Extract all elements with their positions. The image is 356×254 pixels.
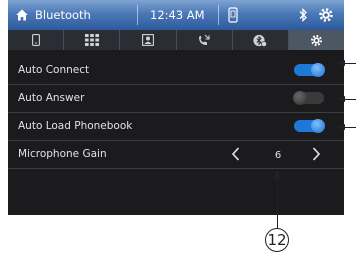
callout-line — [344, 63, 356, 64]
auto-load-phonebook-toggle[interactable] — [294, 119, 325, 133]
tab-bar — [8, 30, 344, 50]
divider — [137, 5, 138, 25]
setting-row-microphone-gain: Microphone Gain 6 — [8, 141, 344, 169]
tab-keypad[interactable] — [64, 30, 121, 50]
callout-number: 12 — [265, 228, 289, 252]
keypad-icon — [84, 34, 99, 46]
toggle-knob — [311, 63, 325, 77]
tab-settings[interactable] — [288, 30, 344, 50]
page-title: Bluetooth — [35, 8, 91, 22]
divider — [218, 5, 219, 25]
tab-contacts[interactable] — [120, 30, 177, 50]
setting-row-auto-connect: Auto Connect — [8, 57, 344, 85]
setting-label: Auto Answer — [18, 92, 85, 104]
settings-icon — [310, 34, 322, 46]
chevron-right-icon[interactable] — [310, 146, 322, 162]
home-icon[interactable] — [16, 9, 28, 21]
setting-row-auto-answer: Auto Answer — [8, 85, 344, 113]
callout-arrow — [336, 124, 345, 130]
chevron-left-icon[interactable] — [230, 146, 242, 162]
callout-line — [344, 99, 356, 100]
bluetooth-audio-icon — [253, 34, 268, 47]
setting-label: Microphone Gain — [18, 148, 107, 160]
callout-arrow — [273, 170, 281, 179]
auto-connect-toggle[interactable] — [294, 63, 325, 77]
clock: 12:43 AM — [150, 8, 205, 22]
bluetooth-settings-screen: Bluetooth 12:43 AM Auto Connect Auto Ans… — [8, 0, 344, 215]
settings-icon[interactable] — [318, 7, 334, 23]
bluetooth-icon — [299, 7, 307, 23]
toggle-knob — [311, 119, 325, 133]
callout-arrow — [336, 96, 345, 102]
auto-answer-toggle[interactable] — [293, 91, 324, 105]
top-bar: Bluetooth 12:43 AM — [8, 0, 344, 30]
tab-bluetooth-audio[interactable] — [233, 30, 289, 50]
setting-row-auto-load-phonebook: Auto Load Phonebook — [8, 113, 344, 141]
toggle-knob — [293, 91, 307, 105]
contacts-icon — [141, 34, 154, 46]
callout-arrow — [336, 60, 345, 66]
tab-phone[interactable] — [8, 30, 65, 50]
phone-status-icon — [228, 7, 238, 23]
phone-icon — [31, 34, 40, 46]
tab-call-log[interactable] — [177, 30, 233, 50]
setting-label: Auto Load Phonebook — [18, 120, 133, 132]
call-log-icon — [199, 34, 210, 45]
microphone-gain-value: 6 — [274, 150, 282, 161]
callout-line — [344, 127, 356, 128]
setting-label: Auto Connect — [18, 64, 90, 76]
callout-line — [277, 176, 278, 228]
